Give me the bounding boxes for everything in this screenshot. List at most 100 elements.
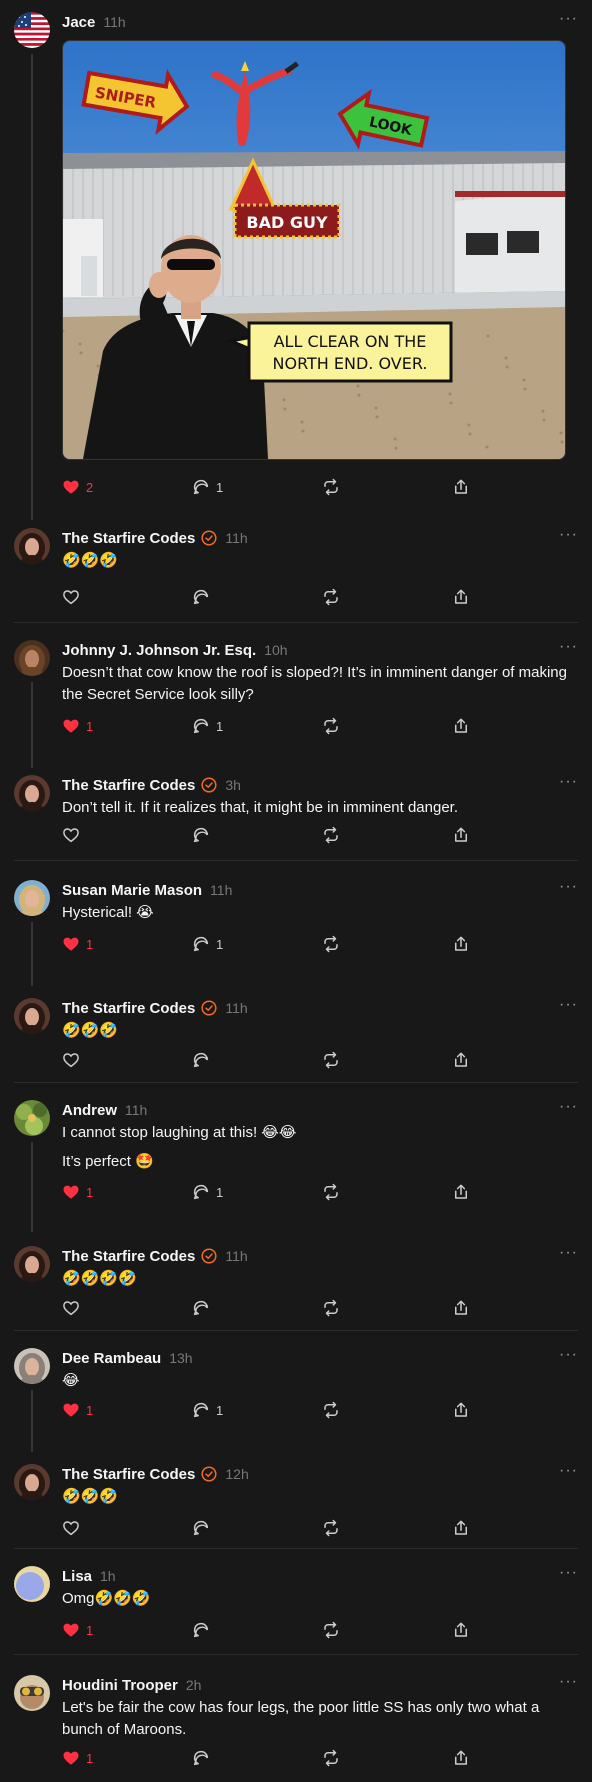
share-button[interactable] [452,1298,470,1318]
avatar[interactable] [14,1675,50,1711]
share-button[interactable] [452,1518,470,1538]
author-name[interactable]: The Starfire Codes [62,530,195,547]
repost-button[interactable] [322,1518,340,1538]
thread-divider [14,1654,578,1655]
thread-connector-line [31,54,33,520]
avatar[interactable] [14,1464,50,1500]
reply-button[interactable] [192,825,210,845]
share-button[interactable] [452,1400,470,1420]
share-button[interactable] [452,587,470,607]
reply-button[interactable]: 1 [192,934,223,954]
share-button[interactable] [452,1050,470,1070]
like-button[interactable] [62,825,80,845]
author-name[interactable]: Houdini Trooper [62,1677,178,1694]
avatar[interactable] [14,528,50,564]
share-button[interactable] [452,1748,470,1768]
avatar[interactable] [14,1566,50,1602]
repost-button[interactable] [322,1182,340,1202]
more-options-icon[interactable]: ··· [559,1098,578,1116]
author-name[interactable]: Jace [62,14,95,31]
repost-button[interactable] [322,1620,340,1640]
repost-button[interactable] [322,1748,340,1768]
more-options-icon[interactable]: ··· [559,638,578,656]
reply-button[interactable]: 1 [192,716,223,736]
avatar[interactable] [14,775,50,811]
reply-icon [192,1401,210,1419]
avatar[interactable] [14,998,50,1034]
more-options-icon[interactable]: ··· [559,773,578,791]
like-button[interactable]: 1 [62,1182,93,1202]
like-count: 1 [86,1750,94,1766]
repost-button[interactable] [322,825,340,845]
share-button[interactable] [452,934,470,954]
author-name[interactable]: The Starfire Codes [62,777,195,794]
author-name[interactable]: Andrew [62,1102,117,1119]
like-button[interactable]: 1 [62,1748,93,1768]
more-options-icon[interactable]: ··· [559,10,578,28]
reply-button[interactable]: 1 [192,1400,223,1420]
repost-button[interactable] [322,934,340,954]
more-options-icon[interactable]: ··· [559,1244,578,1262]
share-button[interactable] [452,1182,470,1202]
author-name[interactable]: Lisa [62,1568,92,1585]
reply-button[interactable] [192,1298,210,1318]
more-options-icon[interactable]: ··· [559,1564,578,1582]
avatar[interactable] [14,1100,50,1136]
repost-button[interactable] [322,587,340,607]
like-button[interactable] [62,1298,80,1318]
share-button[interactable] [452,477,470,497]
repost-button[interactable] [322,1400,340,1420]
repost-button[interactable] [322,477,340,497]
reply-button[interactable] [192,1748,210,1768]
author-name[interactable]: The Starfire Codes [62,1000,195,1017]
avatar[interactable] [14,1246,50,1282]
post-text: Omg🤣🤣🤣 [62,1590,151,1607]
author-name[interactable]: The Starfire Codes [62,1466,195,1483]
author-name[interactable]: Dee Rambeau [62,1350,161,1367]
reply-button[interactable] [192,1620,210,1640]
post-header: Susan Marie Mason 11h [62,880,232,900]
author-name[interactable]: The Starfire Codes [62,1248,195,1265]
more-options-icon[interactable]: ··· [559,996,578,1014]
like-button[interactable]: 1 [62,934,93,954]
author-name[interactable]: Johnny J. Johnson Jr. Esq. [62,642,256,659]
share-icon [452,588,470,606]
like-button[interactable]: 1 [62,1620,93,1640]
more-options-icon[interactable]: ··· [559,1673,578,1691]
share-button[interactable] [452,825,470,845]
like-button[interactable] [62,587,80,607]
reply-button[interactable] [192,1050,210,1070]
like-button[interactable] [62,1050,80,1070]
reply-button[interactable] [192,587,210,607]
share-button[interactable] [452,1620,470,1640]
more-options-icon[interactable]: ··· [559,1346,578,1364]
repost-button[interactable] [322,716,340,736]
author-name[interactable]: Susan Marie Mason [62,882,202,899]
reply-icon [192,1519,210,1537]
like-button[interactable]: 1 [62,716,93,736]
reply-button[interactable]: 1 [192,1182,223,1202]
more-options-icon[interactable]: ··· [559,1462,578,1480]
repost-button[interactable] [322,1298,340,1318]
post-text: 😂 [62,1372,80,1389]
avatar[interactable] [14,880,50,916]
more-options-icon[interactable]: ··· [559,526,578,544]
like-button[interactable]: 2 [62,477,93,497]
avatar[interactable] [14,640,50,676]
avatar[interactable] [14,1348,50,1384]
share-icon [452,478,470,496]
reply-count: 1 [216,1402,224,1418]
post-image[interactable]: SNIPER LOOK BAD GUY ALL CLEAR ON THE NOR… [62,40,566,460]
more-options-icon[interactable]: ··· [559,878,578,896]
reply-button[interactable]: 1 [192,477,223,497]
repost-button[interactable] [322,1050,340,1070]
thread-connector-line [31,1390,33,1452]
post-header: Jace 11h [62,12,126,32]
like-count: 1 [86,1184,94,1200]
like-button[interactable] [62,1518,80,1538]
reply-button[interactable] [192,1518,210,1538]
avatar[interactable] [14,12,50,48]
like-button[interactable]: 1 [62,1400,93,1420]
share-button[interactable] [452,716,470,736]
action-bar: 1 [62,1748,482,1768]
